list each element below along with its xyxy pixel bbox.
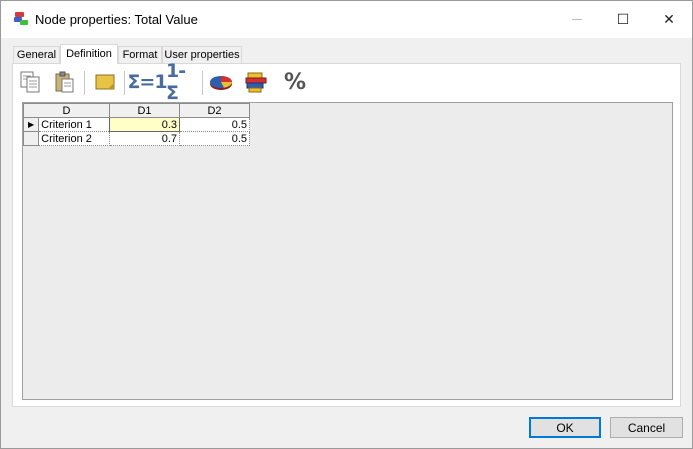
- row-indicator-icon[interactable]: [22, 131, 40, 146]
- table-cell[interactable]: 0.3: [109, 117, 180, 132]
- copy-icon: [20, 71, 40, 93]
- row-label: Criterion 1: [38, 117, 110, 132]
- table-row: ▶ Criterion 1 0.3 0.5: [22, 117, 250, 132]
- cancel-button[interactable]: Cancel: [610, 417, 683, 438]
- percent-button[interactable]: %: [280, 68, 310, 96]
- app-icon: [14, 12, 28, 25]
- table-cell[interactable]: 0.5: [179, 131, 250, 146]
- minimize-button[interactable]: —: [554, 1, 600, 38]
- tab-general[interactable]: General: [13, 46, 60, 63]
- toolbar-separator: [124, 71, 125, 95]
- normalize-sum-button[interactable]: Σ=1: [127, 68, 167, 96]
- table-row: Criterion 2 0.7 0.5: [22, 131, 250, 146]
- percent-icon: %: [283, 69, 307, 95]
- definition-table: D D1 D2 ▶ Criterion 1 0.3 0.5 Criterion …: [22, 103, 250, 146]
- pie-chart-button[interactable]: [208, 68, 234, 96]
- column-header[interactable]: D2: [179, 103, 250, 118]
- pie-chart-icon: [210, 76, 232, 90]
- note-icon: [95, 74, 115, 90]
- ok-button[interactable]: OK: [529, 417, 601, 438]
- paste-icon: [55, 71, 74, 93]
- tab-definition[interactable]: Definition: [60, 44, 118, 64]
- complement-button[interactable]: 1-Σ: [166, 60, 196, 104]
- row-indicator-icon[interactable]: ▶: [22, 117, 40, 132]
- toolbar-separator: [202, 71, 203, 95]
- probability-grid: D D1 D2 ▶ Criterion 1 0.3 0.5 Criterion …: [22, 102, 673, 400]
- row-label: Criterion 2: [38, 131, 110, 146]
- table-cell[interactable]: 0.7: [109, 131, 180, 146]
- toolbar-separator: [84, 71, 85, 95]
- tab-format[interactable]: Format: [118, 46, 162, 63]
- close-icon: ✕: [663, 11, 675, 27]
- table-header-row: D D1 D2: [23, 103, 250, 118]
- corner-header: D: [23, 103, 110, 118]
- maximize-button[interactable]: ☐: [600, 1, 646, 38]
- copy-button[interactable]: [18, 68, 44, 96]
- sum-equals-one-icon: Σ=1: [127, 71, 167, 93]
- maximize-icon: ☐: [616, 11, 630, 27]
- minimize-icon: —: [572, 14, 582, 25]
- paste-button[interactable]: [52, 68, 78, 96]
- one-minus-sum-icon: 1-Σ: [166, 60, 186, 104]
- title-bar: Node properties: Total Value — ☐ ✕: [1, 1, 692, 38]
- column-header[interactable]: D1: [109, 103, 180, 118]
- window-title: Node properties: Total Value: [35, 12, 198, 27]
- table-cell[interactable]: 0.5: [179, 117, 250, 132]
- bar-chart-button[interactable]: [244, 68, 270, 96]
- close-button[interactable]: ✕: [646, 1, 692, 38]
- stacked-bar-icon: [245, 72, 267, 93]
- dialog-window: Node properties: Total Value — ☐ ✕ Gener…: [0, 0, 693, 449]
- note-button[interactable]: [92, 68, 118, 96]
- definition-panel: Σ=1 1-Σ % D D1 D2 ▶ Criterion 1 0.3 0.5 …: [12, 60, 681, 407]
